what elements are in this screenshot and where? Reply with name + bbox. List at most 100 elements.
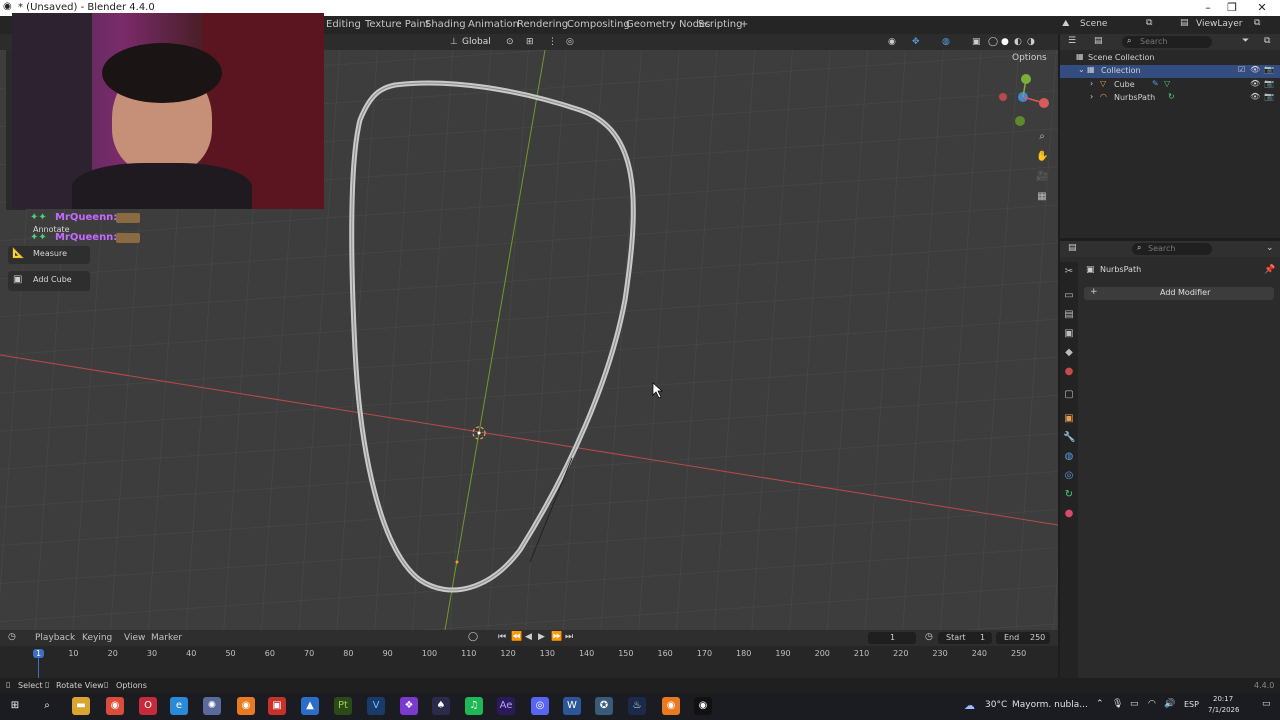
outliner-search-input[interactable]: ⌕ Search <box>1122 36 1212 48</box>
jump-start-icon[interactable]: ⏮ <box>498 632 506 642</box>
start-frame-field[interactable]: Start 1 <box>938 632 992 644</box>
tray-expand-icon[interactable]: ⌃ <box>1096 699 1104 709</box>
snap-target-icon[interactable]: ⋮ <box>548 37 557 47</box>
camera-view-icon[interactable]: 🎥 <box>1036 171 1048 183</box>
outliner-row-scene-collection[interactable]: ▦ Scene Collection <box>1060 52 1280 65</box>
blender-app-icon[interactable]: ◉ <box>662 697 680 715</box>
next-keyframe-icon[interactable]: ⏩ <box>551 632 562 642</box>
add-workspace-icon[interactable]: + <box>740 19 748 30</box>
overlay-toggle-icon[interactable]: ◍ <box>942 37 950 47</box>
curve-data-tab-icon[interactable]: ↻ <box>1063 489 1075 501</box>
play-icon[interactable]: ▶ <box>538 632 545 642</box>
object-tab-icon[interactable]: ▣ <box>1063 413 1075 425</box>
eye-icon[interactable]: 👁 <box>1250 92 1260 101</box>
gizmo-neg-x[interactable] <box>999 93 1007 101</box>
prev-keyframe-icon[interactable]: ⏪ <box>511 632 522 642</box>
properties-search-input[interactable]: ⌕ Search <box>1132 243 1212 255</box>
opera-icon[interactable]: O <box>139 697 157 715</box>
camera-icon[interactable]: 📷 <box>1264 92 1274 101</box>
view-layer-tab-icon[interactable]: ▣ <box>1063 328 1075 340</box>
weather-desc[interactable]: Mayorm. nubla... <box>1012 700 1088 710</box>
display-mode-icon[interactable]: ▤ <box>1094 36 1103 46</box>
outliner-row-cube[interactable]: › ▽ Cube ✎ ▽ 👁 📷 <box>1060 79 1280 92</box>
outliner-row-collection[interactable]: ⌄ ▦ Collection ☑ 👁 📷 <box>1060 65 1280 78</box>
app-icon[interactable]: ♠ <box>432 697 450 715</box>
output-tab-icon[interactable]: ▤ <box>1063 309 1075 321</box>
keying-menu[interactable]: Keying <box>82 633 112 643</box>
view-layer-name[interactable]: ViewLayer <box>1196 19 1242 29</box>
zoom-icon[interactable]: ⌕ <box>1036 131 1048 143</box>
scene-name[interactable]: Scene <box>1080 19 1107 29</box>
particles-tab-icon[interactable]: ◍ <box>1063 451 1075 463</box>
jump-end-icon[interactable]: ⏭ <box>565 632 573 642</box>
app-icon[interactable]: ❖ <box>400 697 418 715</box>
perspective-grid-icon[interactable]: ▦ <box>1036 191 1048 203</box>
rendered-shading-icon[interactable]: ◑ <box>1027 37 1035 47</box>
new-view-layer-icon[interactable]: ⧉ <box>1254 18 1260 28</box>
properties-editor-icon[interactable]: ▤ <box>1068 243 1077 253</box>
clock-time[interactable]: 20:17 <box>1213 695 1233 703</box>
weather-temp[interactable]: 30°C <box>985 700 1007 710</box>
render-tab-icon[interactable]: ▭ <box>1063 290 1075 302</box>
filter-icon[interactable]: ⏷ <box>1242 36 1249 46</box>
file-explorer-icon[interactable]: ▬ <box>72 697 90 715</box>
word-icon[interactable]: W <box>563 697 581 715</box>
vscode-icon[interactable]: V <box>367 697 385 715</box>
taskbar-search-icon[interactable]: ⌕ <box>38 697 56 715</box>
restore-icon[interactable]: ❐ <box>1220 0 1244 16</box>
substance-painter-icon[interactable]: Pt <box>334 697 352 715</box>
eye-icon[interactable]: 👁 <box>1250 79 1260 88</box>
new-scene-icon[interactable]: ⧉ <box>1146 18 1152 28</box>
new-collection-icon[interactable]: ⧉ <box>1264 36 1270 46</box>
obs-icon[interactable]: ◉ <box>694 697 712 715</box>
checkbox-icon[interactable]: ☑ <box>1238 65 1245 74</box>
physics-tab-icon[interactable]: ◎ <box>1063 470 1075 482</box>
spotify-icon[interactable]: ♫ <box>465 697 483 715</box>
gizmo-neg-y[interactable] <box>1015 116 1025 126</box>
camera-icon[interactable]: 📷 <box>1264 79 1274 88</box>
app-icon[interactable]: ✪ <box>595 697 613 715</box>
notification-icon[interactable]: ▭ <box>1262 699 1271 709</box>
chrome-icon[interactable]: ◉ <box>106 697 124 715</box>
expand-arrow-icon[interactable]: ⌄ <box>1078 65 1085 74</box>
marker-menu[interactable]: Marker <box>151 633 182 643</box>
add-modifier-button[interactable]: + Add Modifier <box>1084 287 1274 300</box>
modifier-tab-icon[interactable]: 🔧 <box>1063 432 1075 444</box>
expand-arrow-icon[interactable]: › <box>1090 79 1093 88</box>
camera-icon[interactable]: 📷 <box>1264 65 1274 74</box>
language-indicator[interactable]: ESP <box>1184 700 1199 709</box>
photos-icon[interactable]: ▲ <box>301 697 319 715</box>
microphone-icon[interactable]: 🎙 <box>1112 699 1123 709</box>
current-frame-field[interactable]: 1 <box>868 632 916 644</box>
steam-icon[interactable]: ♨ <box>628 697 646 715</box>
material-tab-icon[interactable]: ● <box>1063 508 1075 520</box>
transform-orientation-select[interactable]: Global <box>462 37 491 47</box>
volume-icon[interactable]: 🔊 <box>1164 699 1175 709</box>
xray-icon[interactable]: ▣ <box>972 37 981 47</box>
blender-taskbar-icon[interactable]: ◉ <box>237 697 255 715</box>
play-reverse-icon[interactable]: ◀ <box>525 632 532 642</box>
tab-rendering[interactable]: Rendering <box>517 19 568 30</box>
tab-texture-paint[interactable]: Texture Paint <box>365 19 430 30</box>
expand-arrow-icon[interactable]: › <box>1090 92 1093 101</box>
eye-icon[interactable]: 👁 <box>1250 65 1260 74</box>
timeline-ruler[interactable]: 1 10 20 30 40 50 60 70 80 90 100 110 120 130 140 150 160… <box>0 646 1058 678</box>
add-cube-tool-button[interactable]: ▣ Add Cube <box>8 271 90 291</box>
snap-icon[interactable]: ⊞ <box>526 37 534 47</box>
wifi-icon[interactable]: ◠ <box>1148 699 1156 709</box>
tab-animation[interactable]: Animation <box>468 19 519 30</box>
after-effects-icon[interactable]: Ae <box>497 697 515 715</box>
timeline-editor-icon[interactable]: ◷ <box>8 632 16 642</box>
outliner-row-nurbspath[interactable]: › ◠ NurbsPath ↻ 👁 📷 <box>1060 92 1280 105</box>
end-frame-field[interactable]: End 250 <box>996 632 1050 644</box>
tool-tab-icon[interactable]: ✂ <box>1063 266 1075 278</box>
pivot-icon[interactable]: ⊙ <box>506 37 514 47</box>
tab-shading[interactable]: Shading <box>425 19 466 30</box>
tab-scripting[interactable]: Scripting <box>698 19 742 30</box>
tab-editing[interactable]: Editing <box>326 19 361 30</box>
edge-icon[interactable]: e <box>170 697 188 715</box>
playback-menu[interactable]: Playback <box>35 633 75 643</box>
solid-shading-icon[interactable]: ● <box>1001 37 1009 47</box>
gizmo-toggle-icon[interactable]: ✥ <box>912 37 920 47</box>
network-icon[interactable]: ▭ <box>1130 699 1139 709</box>
